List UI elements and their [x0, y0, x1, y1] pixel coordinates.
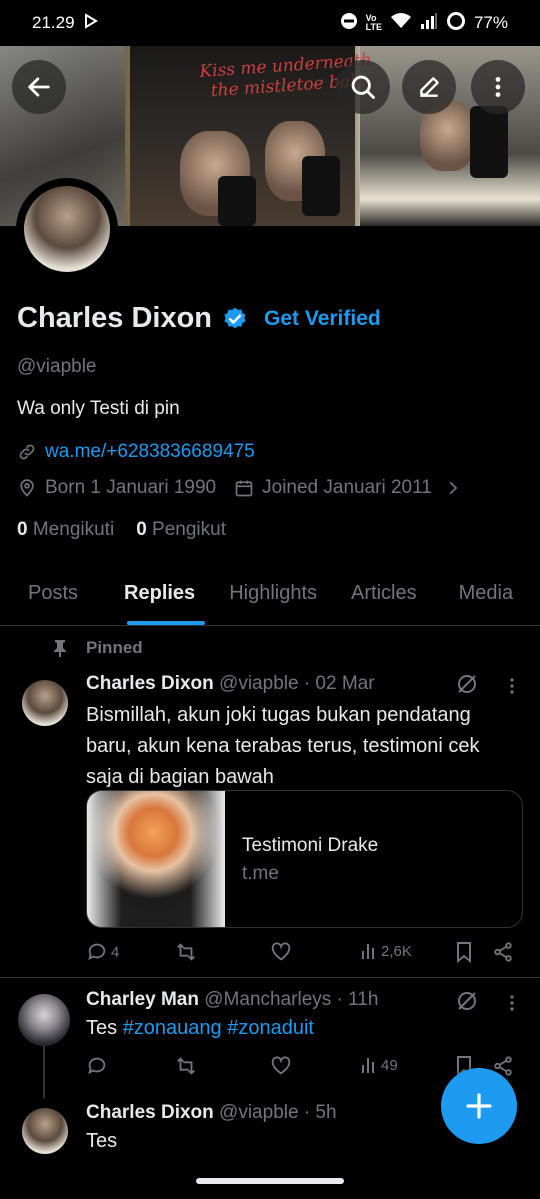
grok-icon[interactable] — [455, 989, 479, 1013]
reply-button[interactable]: 4 — [86, 941, 119, 963]
calendar-icon — [235, 480, 253, 497]
edit-button[interactable] — [402, 60, 456, 114]
verified-badge-icon — [224, 307, 246, 328]
signal-icon — [420, 12, 438, 35]
location-pin-icon — [20, 479, 34, 497]
profile-born: Born 1 Januari 1990 — [45, 477, 217, 498]
tweet-meta: @viapble · 5h — [219, 1102, 337, 1123]
search-button[interactable] — [336, 60, 390, 114]
card-image — [87, 791, 225, 927]
following-link[interactable]: 0 Mengikuti — [17, 519, 114, 541]
profile-avatar[interactable] — [16, 178, 118, 280]
tweet-author-name[interactable]: Charley Man — [86, 989, 199, 1010]
banner-phone — [218, 176, 256, 226]
battery-icon — [446, 11, 466, 36]
views-icon — [362, 944, 374, 959]
like-button[interactable] — [270, 941, 292, 963]
tweet-author-name[interactable]: Charles Dixon — [86, 673, 214, 694]
back-button[interactable] — [12, 60, 66, 114]
followers-link[interactable]: 0 Pengikut — [136, 519, 226, 541]
thread-line — [43, 1046, 45, 1098]
more-vertical-icon[interactable] — [503, 676, 521, 696]
profile-website-link[interactable]: wa.me/+6283836689475 — [45, 441, 255, 463]
tweet-meta: @viapble · 02 Mar — [219, 673, 375, 694]
home-indicator[interactable] — [196, 1178, 344, 1184]
tab-posts[interactable]: Posts — [0, 566, 102, 625]
banner-phone — [470, 106, 508, 178]
card-title: Testimoni Drake — [242, 835, 379, 856]
heart-icon — [271, 942, 291, 961]
arrow-left-icon — [28, 77, 50, 97]
tweet-author-name[interactable]: Charles Dixon — [86, 1102, 214, 1123]
share-button[interactable] — [492, 941, 514, 963]
share-icon — [494, 942, 512, 962]
wifi-icon — [390, 12, 412, 35]
bookmark-icon — [457, 942, 471, 963]
avatar[interactable] — [18, 994, 70, 1046]
profile-joined: Joined Januari 2011 — [262, 477, 432, 498]
tweet-text: Tes #zonauang #zonaduit — [86, 1017, 314, 1039]
card-domain: t.me — [242, 863, 279, 884]
compose-post-button[interactable] — [441, 1068, 517, 1144]
reply-icon — [88, 1057, 106, 1075]
views-icon — [362, 1058, 374, 1073]
link-icon — [19, 444, 35, 460]
tweet-header: Charles Dixon @viapble · 5h — [86, 1102, 337, 1124]
more-vertical-icon — [495, 77, 501, 97]
retweet-button[interactable] — [174, 941, 198, 963]
like-button[interactable] — [270, 1055, 292, 1077]
pencil-icon — [420, 77, 439, 97]
tab-replies[interactable]: Replies — [102, 566, 207, 625]
get-verified-link[interactable]: Get Verified — [264, 307, 381, 331]
tab-media[interactable]: Media — [435, 566, 513, 625]
heart-icon — [271, 1056, 291, 1075]
profile-bio: Wa only Testi di pin — [17, 398, 180, 419]
tweet-divider — [0, 977, 540, 978]
search-icon — [351, 75, 375, 99]
status-time: 21.29 — [32, 13, 75, 32]
link-preview-card[interactable]: Testimoni Drake t.me — [86, 790, 523, 928]
retweet-button[interactable] — [174, 1055, 198, 1077]
retweet-icon — [177, 943, 195, 961]
play-store-icon — [83, 12, 99, 34]
tab-articles[interactable]: Articles — [327, 566, 435, 625]
chevron-right-icon[interactable] — [444, 479, 462, 497]
tab-highlights[interactable]: Highlights — [207, 566, 327, 625]
avatar[interactable] — [22, 680, 68, 726]
reply-icon — [88, 943, 106, 961]
battery-percent: 77% — [473, 13, 508, 32]
hashtag-link[interactable]: #zonauang — [123, 1017, 222, 1039]
bookmark-button[interactable] — [454, 941, 474, 963]
more-vertical-icon[interactable] — [503, 993, 521, 1013]
pinned-indicator: Pinned — [52, 638, 143, 658]
profile-tabs: Posts Replies Highlights Articles Media — [0, 566, 540, 626]
grok-icon[interactable] — [455, 672, 479, 696]
more-options-button[interactable] — [471, 60, 525, 114]
tweet-header: Charles Dixon @viapble · 02 Mar — [86, 673, 375, 695]
reply-button[interactable] — [86, 1055, 108, 1077]
tweet-meta: @Mancharleys · 11h — [204, 989, 379, 1010]
volte-icon: Vo LTE — [365, 13, 382, 32]
profile-name-row: Charles Dixon Get Verified — [17, 302, 381, 335]
avatar[interactable] — [22, 1108, 68, 1154]
dnd-icon — [340, 12, 358, 35]
profile-meta-row: Born 1 Januari 1990 Joined Januari 2011 — [17, 477, 462, 499]
status-bar: 21.29 Vo LTE 77% — [0, 0, 540, 46]
profile-name: Charles Dixon — [17, 302, 212, 334]
tweet-actions: 4 2,6K — [86, 941, 516, 965]
hashtag-link[interactable]: #zonaduit — [227, 1017, 314, 1039]
retweet-icon — [177, 1057, 195, 1075]
tweet-text: Bismillah, akun joki tugas bukan pendata… — [86, 704, 480, 788]
tweet-header: Charley Man @Mancharleys · 11h — [86, 989, 378, 1011]
follow-stats: 0 Mengikuti 0 Pengikut — [17, 519, 226, 541]
profile-handle: @viapble — [17, 356, 97, 377]
tweet-actions: 49 — [86, 1055, 516, 1079]
plus-icon — [466, 1093, 492, 1119]
banner-phone — [302, 156, 340, 216]
profile-link-row: wa.me/+6283836689475 — [17, 441, 255, 463]
views-button[interactable]: 49 — [360, 1055, 398, 1075]
pin-icon — [54, 640, 66, 657]
views-button[interactable]: 2,6K — [360, 941, 412, 961]
